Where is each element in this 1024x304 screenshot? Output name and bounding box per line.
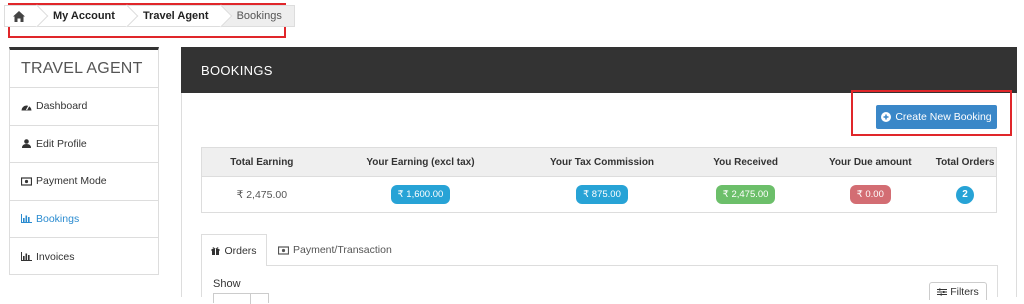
received-badge: ₹ 2,475.00 — [715, 185, 776, 204]
gift-icon — [211, 247, 220, 255]
plus-circle-icon — [881, 112, 892, 122]
header-total-orders: Total Orders — [935, 156, 995, 168]
header-tax-commission: Your Tax Commission — [549, 156, 655, 168]
header-due-amount: Your Due amount — [829, 156, 912, 168]
filters-button[interactable]: Filters — [929, 282, 987, 300]
sliders-icon — [937, 288, 948, 295]
breadcrumb: My Account Travel Agent Bookings — [4, 5, 295, 27]
table-row: ₹ 2,475.00 ₹ 1,600.00 ₹ 875.00 ₹ 2,475.0… — [202, 176, 996, 212]
header-your-earning: Your Earning (excl tax) — [366, 156, 475, 168]
breadcrumb-travel-agent[interactable]: Travel Agent — [126, 5, 221, 27]
user-icon — [22, 139, 31, 149]
breadcrumb-my-account[interactable]: My Account — [37, 5, 127, 27]
sidebar-item-invoices[interactable]: Invoices — [10, 238, 158, 276]
sidebar-item-dashboard[interactable]: Dashboard — [10, 88, 158, 126]
sidebar-item-bookings[interactable]: Bookings — [10, 201, 158, 238]
tax-commission-badge: ₹ 875.00 — [576, 185, 628, 204]
sidebar-title: TRAVEL AGENT — [10, 50, 158, 88]
orders-tab-content — [201, 266, 998, 297]
money-icon — [278, 245, 289, 255]
sidebar-item-edit-profile[interactable]: Edit Profile — [10, 126, 158, 163]
create-new-booking-button[interactable]: Create New Booking — [876, 105, 997, 129]
total-orders-badge: 2 — [956, 185, 975, 204]
tab-payment-transaction[interactable]: Payment/Transaction — [278, 234, 392, 266]
panel-title: BOOKINGS — [181, 47, 1017, 93]
due-amount-badge: ₹ 0.00 — [849, 185, 891, 204]
show-entries-label: Show — [213, 278, 241, 290]
total-earning-value: ₹ 2,475.00 — [236, 188, 288, 201]
breadcrumb-home[interactable] — [4, 5, 37, 27]
sidebar: TRAVEL AGENT Dashboard Edit Profile Paym… — [9, 47, 159, 275]
home-icon — [13, 10, 25, 22]
your-earning-badge: ₹ 1,600.00 — [390, 185, 451, 204]
header-total-earning: Total Earning — [230, 156, 294, 168]
bar-chart-icon — [21, 214, 32, 224]
table-header-row: Total Earning Your Earning (excl tax) Yo… — [202, 148, 996, 176]
tab-orders[interactable]: Orders — [201, 234, 267, 266]
earnings-summary-table: Total Earning Your Earning (excl tax) Yo… — [201, 147, 997, 213]
show-entries-select[interactable] — [213, 293, 269, 304]
sidebar-item-payment-mode[interactable]: Payment Mode — [10, 163, 158, 201]
dashboard-icon — [21, 104, 32, 111]
bar-chart-icon — [21, 252, 32, 262]
money-icon — [21, 177, 32, 186]
header-you-received: You Received — [713, 156, 779, 168]
